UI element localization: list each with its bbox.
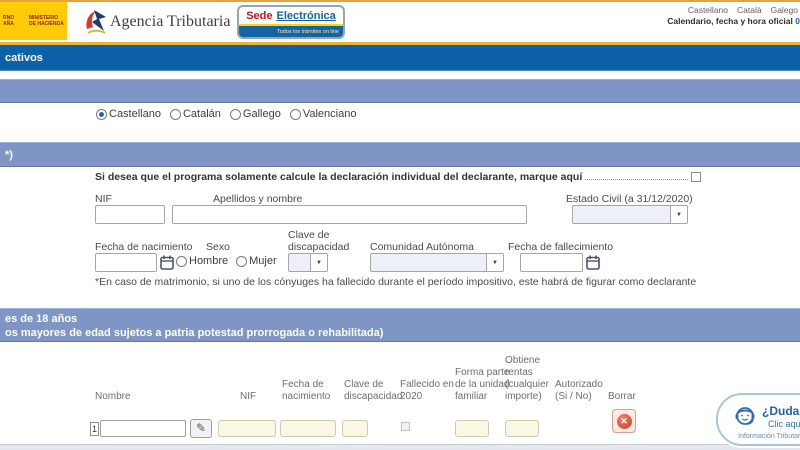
radio-icon[interactable] <box>236 256 247 267</box>
radio-option-mujer[interactable]: Mujer <box>236 255 277 267</box>
sede-electronica-badge[interactable]: Sede Electrónica Todos los trámites on l… <box>237 5 345 39</box>
delete-icon: ✕ <box>617 414 632 429</box>
row-index: 1 <box>90 422 99 436</box>
hijos-bar-line2: os mayores de edad sujetos a patria pote… <box>5 326 800 340</box>
radio-option-catalan[interactable]: Catalán <box>170 108 221 120</box>
lang-link-galego[interactable]: Galego <box>771 5 798 15</box>
comunidad-autonoma-label: Comunidad Autónoma <box>370 241 474 253</box>
col-header-nombre: Nombre <box>95 391 131 403</box>
ministerio-label: MINISTERIO DE HACIENDA <box>29 15 64 27</box>
radio-icon[interactable] <box>230 109 241 120</box>
chevron-down-icon[interactable]: ▼ <box>671 205 688 224</box>
hijo-nombre-input[interactable] <box>100 420 186 437</box>
chevron-down-icon[interactable]: ▼ <box>311 253 328 272</box>
radio-option-castellano[interactable]: Castellano <box>96 108 161 120</box>
apellidos-input[interactable] <box>172 205 527 224</box>
nif-input[interactable] <box>95 205 165 224</box>
matrimonio-footnote: *En caso de matrimonio, si uno de los có… <box>95 276 696 288</box>
navbar-title: cativos <box>5 52 43 64</box>
radio-icon[interactable] <box>290 109 301 120</box>
lang-link-castellano[interactable]: Castellano <box>688 5 728 15</box>
radio-selected-icon[interactable] <box>96 109 107 120</box>
individual-declaration-row: Si desea que el programa solamente calcu… <box>95 171 701 183</box>
col-header-clave-discapacidad: Clave de discapacidad <box>344 379 402 403</box>
clave-discapacidad-select[interactable]: ▼ <box>288 253 328 272</box>
top-accent-line <box>0 0 800 2</box>
calendar-icon[interactable] <box>160 255 174 270</box>
brand-title[interactable]: Agencia Tributaria <box>110 13 230 31</box>
headset-agent-icon <box>732 403 758 429</box>
government-logo: RNO AÑA MINISTERIO DE HACIENDA <box>0 2 67 40</box>
help-widget-footer: Información Tributaria <box>718 433 800 440</box>
nif-label: NIF <box>95 193 112 205</box>
next-section-edge <box>0 444 800 450</box>
fecha-fallecimiento-label: Fecha de fallecimiento <box>508 241 613 253</box>
help-widget[interactable]: ¿Dudas? Clic aquí Información Tributaria <box>716 393 800 446</box>
fecha-fallecimiento-input[interactable] <box>520 253 583 272</box>
col-header-fallecido: Fallecido en 2020 <box>400 379 454 403</box>
hijo-clave-discapacidad-input[interactable] <box>342 420 368 437</box>
sede-word: Sede <box>246 10 272 22</box>
calendar-value: 0 <box>795 16 800 26</box>
radio-option-valenciano[interactable]: Valenciano <box>290 108 357 120</box>
gobierno-label: RNO AÑA <box>3 15 23 27</box>
individual-declaration-checkbox[interactable] <box>691 172 701 182</box>
clave-discapacidad-label: Clave de discapacidad <box>288 229 349 253</box>
comunidad-autonoma-select[interactable]: ▼ <box>370 253 504 272</box>
hijo-forma-parte-input[interactable] <box>455 420 489 437</box>
renta-web-page: RNO AÑA MINISTERIO DE HACIENDA Agencia T… <box>0 0 800 450</box>
navbar: cativos <box>0 45 800 71</box>
sexo-radio-group: Hombre Mujer <box>176 255 277 267</box>
section-bar-declarante: *) <box>0 142 800 167</box>
section-bar-title: *) <box>5 148 13 162</box>
dotted-leader <box>585 179 688 180</box>
radio-option-gallego[interactable]: Gallego <box>230 108 281 120</box>
help-widget-title: ¿Dudas? <box>762 404 800 418</box>
language-radio-group: Castellano Catalán Gallego Valenciano <box>96 108 356 120</box>
radio-option-hombre[interactable]: Hombre <box>176 255 228 267</box>
col-header-autorizado: Autorizado (Si / No) <box>555 379 603 403</box>
delete-row-button[interactable]: ✕ <box>612 409 636 433</box>
hijo-nif-input[interactable] <box>218 420 276 437</box>
calendar-official-time[interactable]: Calendario, fecha y hora oficial 0 <box>667 16 800 26</box>
edit-pencil-button[interactable]: ✎ <box>190 419 212 438</box>
hijo-fallecido-checkbox[interactable] <box>401 422 410 431</box>
sexo-label: Sexo <box>206 241 230 253</box>
calendar-icon[interactable] <box>586 255 600 270</box>
estado-civil-label: Estado Civil (a 31/12/2020) <box>566 193 693 205</box>
lang-link-catala[interactable]: Català <box>737 5 762 15</box>
help-widget-subtitle: Clic aquí <box>768 419 800 429</box>
radio-icon[interactable] <box>170 109 181 120</box>
hijo-fecha-nacimiento-input[interactable] <box>280 420 336 437</box>
agencia-tributaria-icon[interactable] <box>84 7 108 42</box>
col-header-forma-parte: Forma parte de la unidad familiar <box>455 367 510 403</box>
electronica-word: Electrónica <box>276 10 335 22</box>
fecha-nacimiento-label: Fecha de nacimiento <box>95 241 192 253</box>
hijos-bar-line1: es de 18 años <box>5 312 800 326</box>
apellidos-label: Apellidos y nombre <box>213 193 302 205</box>
col-header-borrar: Borrar <box>608 391 636 403</box>
section-bar-empty <box>0 79 800 103</box>
fecha-nacimiento-input[interactable] <box>95 253 157 272</box>
col-header-obtiene-rentas: Obtiene rentas (cualquier importe) <box>505 355 549 403</box>
pencil-icon: ✎ <box>196 421 206 435</box>
estado-civil-select[interactable]: ▼ <box>572 205 688 224</box>
individual-note: Si desea que el programa solamente calcu… <box>95 171 582 183</box>
col-header-nif: NIF <box>240 391 256 403</box>
section-bar-hijos: es de 18 años os mayores de edad sujetos… <box>0 308 800 342</box>
chevron-down-icon[interactable]: ▼ <box>487 253 504 272</box>
hijo-obtiene-rentas-input[interactable] <box>505 420 539 437</box>
col-header-fecha-nacimiento: Fecha de nacimiento <box>282 379 330 403</box>
sede-tagline: Todos los trámites on line <box>239 26 343 37</box>
header-language-links: Castellano Català Galego <box>688 5 798 15</box>
radio-icon[interactable] <box>176 256 187 267</box>
